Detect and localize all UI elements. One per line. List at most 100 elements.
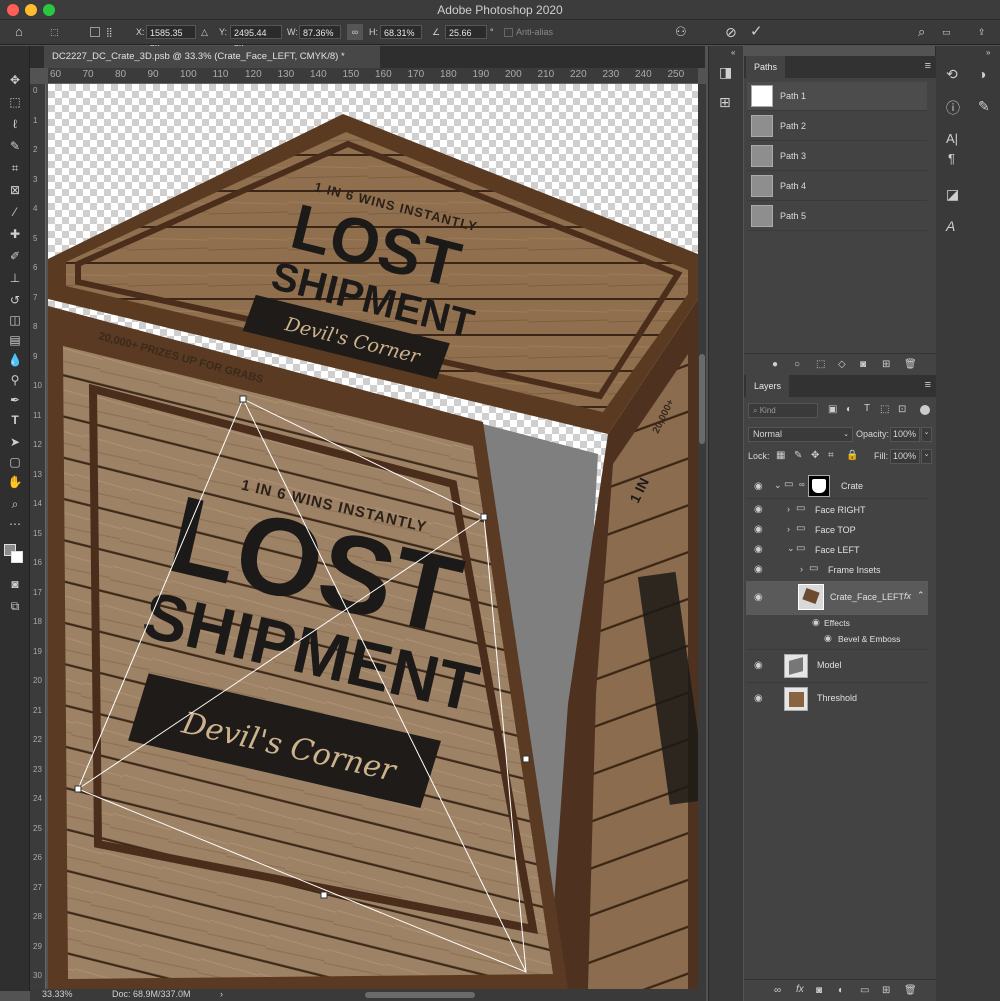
paths-tab[interactable]: Paths bbox=[746, 56, 786, 78]
opacity-chevron-icon[interactable]: ⌄ bbox=[921, 427, 932, 442]
y-field[interactable]: 2495.44 px bbox=[230, 25, 282, 52]
history-panel-icon[interactable]: ◨ bbox=[719, 64, 732, 81]
add-mask-icon-layers[interactable]: ◙ bbox=[816, 985, 822, 996]
more-tools-icon[interactable]: ⋯ bbox=[7, 516, 23, 532]
layer-row-face-right[interactable]: ◉ › ▭ Face RIGHT bbox=[746, 500, 928, 520]
path-row[interactable]: Path 5 bbox=[747, 202, 927, 231]
quick-mask-icon[interactable]: ◙ bbox=[7, 576, 23, 592]
fill-chevron-icon[interactable]: ⌄ bbox=[921, 449, 932, 464]
add-mask-icon[interactable]: ◙ bbox=[860, 359, 866, 370]
horizontal-ruler[interactable]: 60 70 80 90 100 110 120 130 140 150 160 170 180 190 20… bbox=[48, 68, 698, 84]
visibility-eye-icon[interactable]: ◉ bbox=[754, 481, 768, 492]
expand-chevron-icon[interactable]: ⌄ bbox=[774, 480, 782, 491]
filter-shape-icon[interactable]: ⬚ bbox=[880, 404, 889, 415]
add-style-icon[interactable]: fx bbox=[796, 984, 804, 995]
move-tool-icon[interactable]: ✥ bbox=[7, 72, 23, 88]
effects-eye-icon[interactable]: ◉ bbox=[812, 617, 820, 628]
path-select-tool-icon[interactable]: ➤ bbox=[7, 434, 23, 450]
status-chevron-icon[interactable]: › bbox=[220, 989, 223, 999]
layer-row-threshold[interactable]: ◉ Threshold bbox=[746, 682, 928, 714]
stroke-path-icon[interactable]: ○ bbox=[794, 359, 800, 370]
relative-delta-icon[interactable]: △ bbox=[201, 24, 208, 40]
layer-row-crate-face-left[interactable]: ◉ Crate_Face_LEFT fx ⌃ bbox=[746, 581, 928, 615]
delete-layer-icon[interactable]: 🗑 bbox=[904, 985, 917, 996]
document-tab[interactable]: DC2227_DC_Crate_3D.psb @ 33.3% (Crate_Fa… bbox=[44, 46, 380, 68]
link-layers-icon[interactable]: ∞ bbox=[774, 985, 781, 996]
paths-menu-icon[interactable]: ≡ bbox=[925, 60, 931, 72]
channels-icon[interactable]: ⟲ bbox=[946, 66, 958, 83]
expand-chevron-icon[interactable]: ⌄ bbox=[787, 543, 795, 554]
lock-pixels-icon[interactable]: ▦ bbox=[776, 450, 785, 461]
vertical-ruler[interactable]: 0 1 2 3 4 5 6 7 8 9 10 11 12 13 14 15 16 17 18 19 20 21 22 23 24… bbox=[30, 84, 46, 989]
layer-row-model[interactable]: ◉ Model bbox=[746, 649, 928, 681]
fx-badge[interactable]: fx bbox=[904, 591, 911, 601]
visibility-eye-icon[interactable]: ◉ bbox=[754, 564, 768, 575]
visibility-eye-icon[interactable]: ◉ bbox=[754, 693, 768, 704]
visibility-eye-icon[interactable]: ◉ bbox=[754, 544, 768, 555]
new-group-icon[interactable]: ▭ bbox=[860, 985, 869, 996]
visibility-eye-icon[interactable]: ◉ bbox=[754, 592, 768, 603]
reference-point-checkbox[interactable] bbox=[90, 27, 100, 37]
type-tool-icon[interactable]: T bbox=[7, 412, 23, 428]
quick-select-tool-icon[interactable]: ✎ bbox=[7, 138, 23, 154]
history-brush-tool-icon[interactable]: ↺ bbox=[7, 292, 23, 308]
eyedropper-tool-icon[interactable]: ⁄ bbox=[7, 204, 23, 220]
angle-field[interactable]: 25.66 bbox=[445, 25, 487, 39]
shape-tool-icon[interactable]: ▢ bbox=[7, 454, 23, 470]
filter-pixel-icon[interactable]: ▣ bbox=[828, 404, 837, 415]
crop-tool-icon[interactable]: ⌗ bbox=[7, 160, 23, 176]
fill-path-icon[interactable]: ● bbox=[772, 359, 778, 370]
layer-filter-select[interactable]: ⌕ Kind bbox=[748, 403, 818, 418]
visibility-eye-icon[interactable]: ◉ bbox=[754, 524, 768, 535]
dodge-tool-icon[interactable]: ⚲ bbox=[7, 372, 23, 388]
share-icon[interactable]: ⇪ bbox=[978, 24, 986, 40]
layer-row-face-left[interactable]: ◉ ⌄ ▭ Face LEFT bbox=[746, 540, 928, 560]
lock-all-icon[interactable]: 🔒 bbox=[846, 450, 858, 461]
brush-settings-icon[interactable]: ✎ bbox=[978, 98, 990, 115]
antialias-checkbox[interactable] bbox=[504, 28, 513, 37]
filter-smart-icon[interactable]: ⊡ bbox=[898, 404, 906, 415]
paragraph-icon[interactable]: ¶ bbox=[948, 151, 955, 166]
layer-row-crate[interactable]: ◉ ⌄ ▭ ∞ Crate bbox=[746, 473, 928, 499]
adjustment-layer-icon[interactable]: ◐ bbox=[838, 985, 844, 996]
lasso-tool-icon[interactable]: ℓ bbox=[7, 116, 23, 132]
blur-tool-icon[interactable]: 💧 bbox=[7, 352, 23, 368]
load-selection-icon[interactable]: ⬚ bbox=[816, 359, 825, 370]
lock-position-icon[interactable]: ✥ bbox=[811, 450, 819, 461]
collapse-effects-icon[interactable]: ⌃ bbox=[917, 590, 925, 601]
mask-thumbnail[interactable] bbox=[808, 475, 830, 497]
stamp-tool-icon[interactable]: ⊥ bbox=[7, 270, 23, 286]
delete-path-icon[interactable]: 🗑 bbox=[904, 359, 917, 370]
home-icon[interactable]: ⌂ bbox=[15, 24, 23, 40]
blend-mode-select[interactable]: Normal ⌄ bbox=[748, 427, 853, 442]
path-row[interactable]: Path 1 bbox=[747, 82, 927, 111]
cancel-transform-icon[interactable]: ⊘ bbox=[725, 24, 737, 40]
layer-row-frame-insets[interactable]: ◉ › ▭ Frame Insets bbox=[746, 560, 928, 580]
path-row[interactable]: Path 3 bbox=[747, 142, 927, 171]
effects-row[interactable]: ◉ Effects bbox=[746, 615, 928, 631]
transform-tool-icon[interactable]: ⬚ bbox=[50, 24, 59, 40]
document-canvas[interactable]: 1 IN 6 WINS INSTANTLY LOST SHIPMENT Devi… bbox=[48, 84, 698, 989]
path-row[interactable]: Path 2 bbox=[747, 112, 927, 141]
warp-icon[interactable]: ⚇ bbox=[675, 24, 687, 40]
collapse-arrows-icon[interactable]: « bbox=[731, 48, 735, 57]
reference-point-icon[interactable]: ⣿ bbox=[106, 24, 113, 40]
visibility-eye-icon[interactable]: ◉ bbox=[754, 660, 768, 671]
gradient-tool-icon[interactable]: ▤ bbox=[7, 332, 23, 348]
horizontal-scrollbar[interactable] bbox=[365, 992, 475, 998]
filter-type-icon[interactable]: T bbox=[864, 403, 870, 414]
glyphs-icon[interactable]: ◪ bbox=[946, 186, 959, 203]
workspace-icon[interactable]: ▭ bbox=[942, 24, 951, 40]
vertical-scrollbar[interactable] bbox=[698, 84, 706, 989]
x-field[interactable]: 1585.35 px bbox=[146, 25, 196, 52]
screen-mode-icon[interactable]: ⧉ bbox=[7, 598, 23, 614]
new-layer-icon[interactable]: ⊞ bbox=[882, 985, 890, 996]
type-styles-icon[interactable]: A bbox=[946, 218, 955, 234]
zoom-tool-icon[interactable]: ⌕ bbox=[7, 496, 23, 512]
expand-chevron-icon[interactable]: › bbox=[800, 564, 803, 574]
fill-field[interactable]: 100% bbox=[890, 449, 920, 464]
brush-tool-icon[interactable]: ✐ bbox=[7, 248, 23, 264]
color-wheel-icon[interactable]: ◑ bbox=[978, 66, 986, 82]
hand-tool-icon[interactable]: ✋ bbox=[7, 474, 23, 490]
color-swatches-icon[interactable] bbox=[4, 544, 24, 564]
